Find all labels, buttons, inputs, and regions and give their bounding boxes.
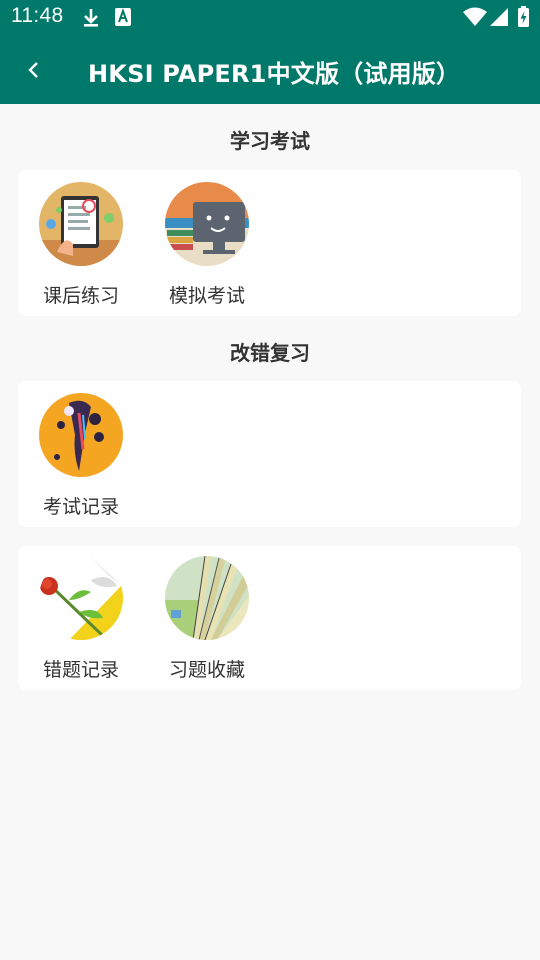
card-review: 考试记录 (18, 381, 521, 527)
section-title-study-exam: 学习考试 (230, 129, 310, 153)
tile-wrong-questions[interactable]: 错题记录 (31, 556, 131, 686)
download-icon (80, 7, 102, 33)
card-mistakes: 错题记录 习题收藏 (18, 546, 521, 690)
status-time: 11:48 (11, 4, 64, 27)
tile-practice[interactable]: 课后练习 (31, 182, 131, 312)
card-study-exam: 课后练习 模拟考试 (18, 170, 521, 316)
app-bar: HKSI PAPER1中文版（试用版） (0, 36, 540, 104)
status-bar: 11:48 (0, 0, 540, 36)
tablet-quiz-icon (39, 182, 123, 266)
battery-charging-icon (517, 6, 530, 32)
app-notification-icon (114, 7, 132, 31)
page-title: HKSI PAPER1中文版（试用版） (88, 60, 461, 88)
book-pages-icon (165, 556, 249, 640)
monitor-face-icon (165, 182, 249, 266)
chevron-left-icon (28, 62, 38, 78)
tile-label-exam-records: 考试记录 (42, 496, 119, 518)
rose-icon (39, 556, 123, 640)
cellular-signal-icon (489, 7, 509, 31)
tile-favorites[interactable]: 习题收藏 (157, 556, 257, 686)
back-button[interactable] (14, 50, 54, 90)
tile-label-practice: 课后练习 (42, 285, 119, 307)
wifi-icon (462, 7, 488, 31)
tile-label-wrong-questions: 错题记录 (42, 659, 119, 681)
section-title-review: 改错复习 (230, 341, 310, 365)
brush-paint-icon (39, 393, 123, 477)
tile-label-mock-exam: 模拟考试 (168, 285, 245, 307)
tile-exam-records[interactable]: 考试记录 (31, 393, 131, 523)
tile-mock-exam[interactable]: 模拟考试 (157, 182, 257, 312)
tile-label-favorites: 习题收藏 (168, 659, 245, 681)
